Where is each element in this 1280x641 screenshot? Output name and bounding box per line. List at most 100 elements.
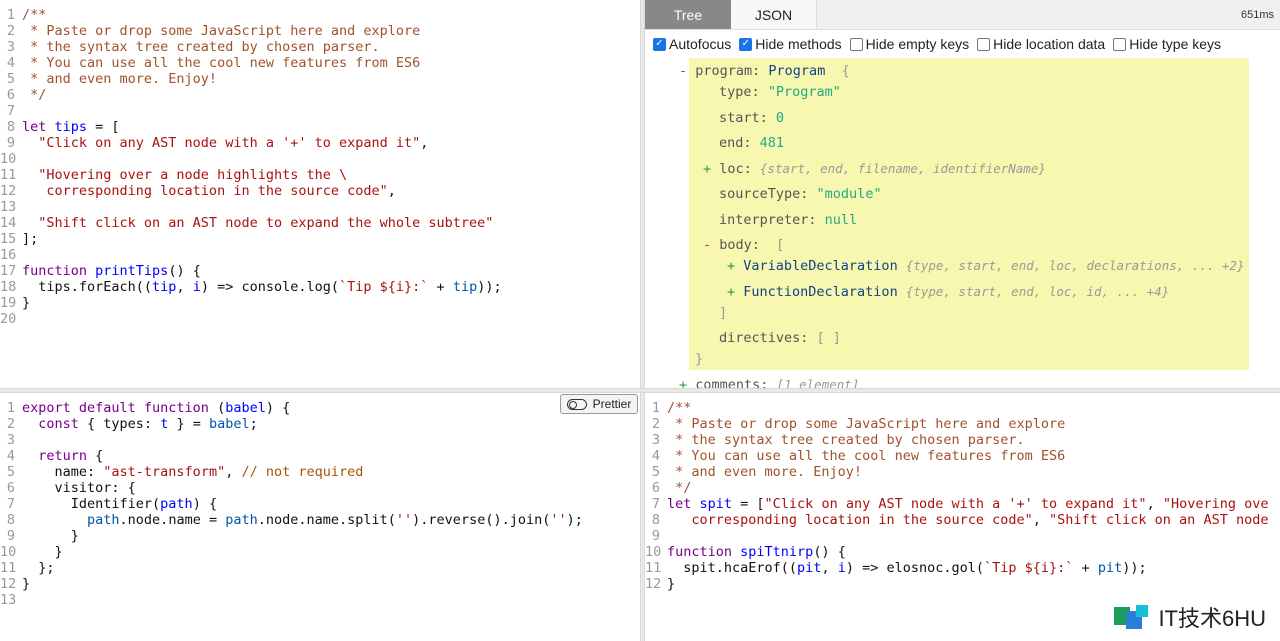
code-token: * and even more. Enjoy!	[667, 464, 863, 480]
code-token: }	[667, 576, 676, 592]
tree-token: comments:	[695, 377, 777, 388]
tree-token: {	[825, 63, 850, 79]
line-number: 6	[6, 480, 15, 496]
code-token: () {	[168, 263, 201, 279]
tree-token: {type, start, end, loc, declarations, ..…	[905, 258, 1245, 273]
tab-tree[interactable]: Tree	[645, 0, 731, 29]
expand-toggle[interactable]: -	[703, 237, 719, 253]
code-line: 17 function printTips() {	[0, 263, 640, 279]
code-token: name:	[22, 464, 104, 480]
tree-node[interactable]: - body: [	[703, 236, 784, 254]
tree-token: sourceType:	[719, 186, 817, 202]
code-text: /**	[22, 7, 46, 23]
source-editor[interactable]: 1/** 2 * Paste or drop some JavaScript he…	[0, 0, 640, 388]
code-token: tip	[152, 279, 177, 295]
tree-token: ]	[719, 305, 728, 321]
code-line: 10	[0, 151, 640, 167]
tree-node[interactable]: ]	[719, 304, 727, 322]
checkbox[interactable]	[977, 37, 991, 51]
code-token: ) => elosnoc.gol(	[845, 560, 985, 576]
code-token: function	[22, 263, 96, 279]
code-line: 4 return {	[0, 448, 640, 464]
tab-json[interactable]: JSON	[731, 0, 817, 29]
tree-node[interactable]: sourceType: "module"	[719, 185, 882, 203]
transform-editor[interactable]: 1 export default function (babel) {2 cons…	[0, 393, 640, 641]
expand-toggle[interactable]: +	[703, 161, 719, 177]
code-line: 8 corresponding location in the source c…	[645, 512, 1280, 528]
tree-node[interactable]: + VariableDeclaration {type, start, end,…	[727, 257, 1244, 275]
option-hide-methods[interactable]: ✓ Hide methods	[739, 36, 842, 52]
tree-node[interactable]: + FunctionDeclaration {type, start, end,…	[727, 283, 1169, 301]
tree-token: 0	[775, 110, 785, 126]
code-line: 15];	[0, 231, 640, 247]
code-token: export default function	[22, 400, 218, 416]
code-token: i	[837, 560, 846, 576]
code-line: 1 export default function (babel) {	[0, 400, 640, 416]
code-token: = [	[732, 496, 765, 512]
tree-token: VariableDeclaration	[743, 258, 906, 274]
line-number: 8	[6, 119, 15, 135]
code-line: 3 * the syntax tree created by chosen pa…	[645, 432, 1280, 448]
code-token: ,	[225, 464, 242, 480]
code-token: ));	[477, 279, 502, 295]
code-line: 11 "Hovering over a node highlights the …	[0, 167, 640, 183]
line-number: 15	[0, 231, 17, 247]
code-text: let tips = [	[22, 119, 120, 135]
code-token: * the syntax tree created by chosen pars…	[667, 432, 1025, 448]
tree-token: [ ]	[816, 330, 841, 346]
code-line: 5 name: "ast-transform", // not required	[0, 464, 640, 480]
code-text: Identifier(path) {	[22, 496, 217, 512]
prettier-button[interactable]: Prettier	[560, 394, 638, 414]
tree-token: loc:	[719, 161, 760, 177]
code-line: 9 "Click on any AST node with a '+' to e…	[0, 135, 640, 151]
option-hide-empty-keys[interactable]: Hide empty keys	[849, 36, 969, 52]
line-number: 13	[0, 592, 17, 608]
checkbox[interactable]	[1113, 37, 1127, 51]
source-code-area[interactable]: 1/** 2 * Paste or drop some JavaScript he…	[0, 0, 640, 388]
tree-node[interactable]: - program: Program {	[679, 62, 850, 80]
tree-node[interactable]: type: "Program"	[719, 83, 841, 101]
code-line: 11 };	[0, 560, 640, 576]
tree-node[interactable]: interpreter: null	[719, 211, 857, 229]
code-token: /**	[22, 7, 47, 23]
option-hide-type-keys[interactable]: Hide type keys	[1113, 36, 1221, 52]
code-text: corresponding location in the source cod…	[667, 512, 1268, 528]
code-text: * Paste or drop some JavaScript here and…	[667, 416, 1065, 432]
tree-node[interactable]: start: 0	[719, 109, 784, 127]
code-text: * and even more. Enjoy!	[667, 464, 862, 480]
code-text: }	[667, 576, 675, 592]
code-line: 9	[645, 528, 1280, 544]
code-token: * Paste or drop some JavaScript here and…	[667, 416, 1066, 432]
tree-node[interactable]: + comments: [1 element]	[679, 376, 859, 388]
code-token: let	[667, 496, 700, 512]
tree-node[interactable]: + loc: {start, end, filename, identifier…	[703, 160, 1046, 178]
checkbox[interactable]	[849, 37, 863, 51]
tree-node[interactable]: }	[695, 350, 703, 368]
option-autofocus[interactable]: ✓ Autofocus	[653, 36, 731, 52]
checkbox[interactable]: ✓	[739, 37, 753, 51]
code-token: {	[95, 448, 104, 464]
code-line: 6 */	[645, 480, 1280, 496]
expand-toggle[interactable]: +	[727, 284, 743, 300]
tree-node[interactable]: directives: [ ]	[719, 329, 841, 347]
tree-token: [	[776, 237, 785, 253]
code-token: ,	[1146, 496, 1163, 512]
expand-toggle[interactable]: -	[679, 63, 695, 79]
option-hide-location-data[interactable]: Hide location data	[977, 36, 1105, 52]
transform-code-area[interactable]: 1 export default function (babel) {2 cons…	[0, 393, 640, 641]
checkbox[interactable]: ✓	[653, 37, 666, 51]
code-token: = [	[87, 119, 120, 135]
expand-toggle[interactable]: +	[727, 258, 743, 274]
code-text: * the syntax tree created by chosen pars…	[667, 432, 1025, 448]
code-token: ];	[22, 231, 39, 247]
code-line: 1 /**	[645, 400, 1280, 416]
tree-node[interactable]: end: 481	[719, 134, 784, 152]
code-line: 8 path.node.name = path.node.name.split(…	[0, 512, 640, 528]
option-label: Autofocus	[669, 36, 732, 52]
toggle-icon	[566, 398, 587, 410]
code-token: ,	[1032, 512, 1050, 528]
code-token: () {	[813, 544, 846, 560]
expand-toggle[interactable]: +	[679, 377, 695, 388]
code-text: function spiTtnirp() {	[667, 544, 846, 560]
code-text: * You can use all the cool new features …	[667, 448, 1065, 464]
